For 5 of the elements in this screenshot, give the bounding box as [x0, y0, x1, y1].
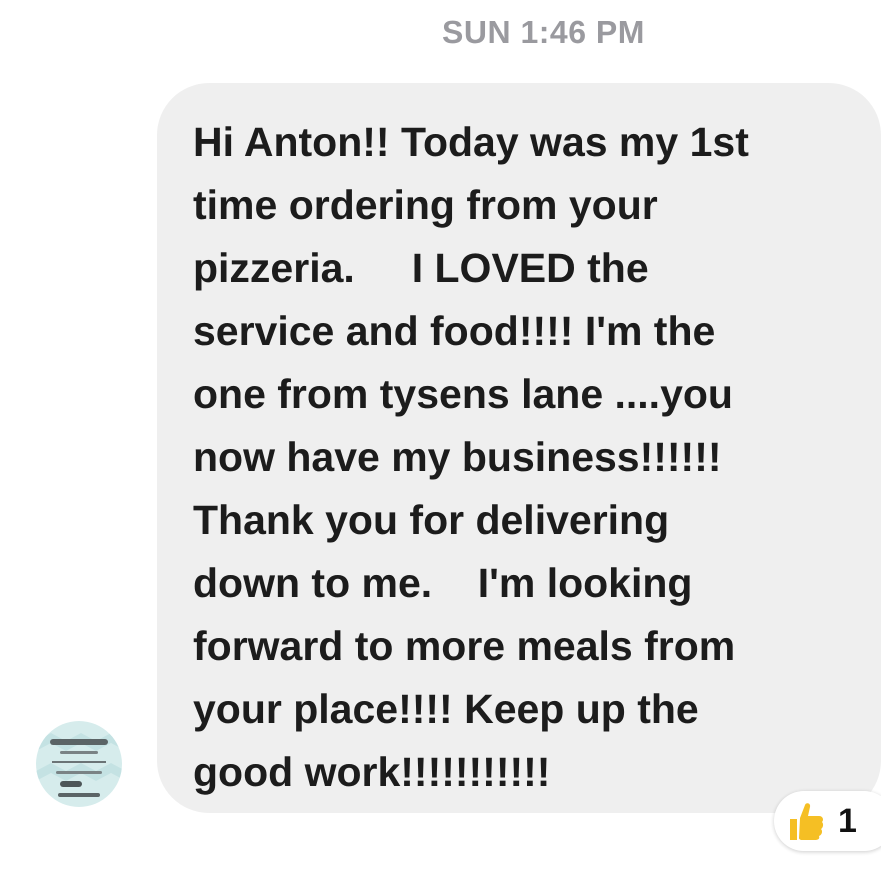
reaction-count: 1 — [838, 802, 857, 840]
message-text: Hi Anton!! Today was my 1st time ordering from your pizzeria. I LOVED the service and food!!!! I'm the one from tysens lane ....you now have my business!!!!!! Thank you for delivering down to me. I'm looking forward to more meals from your place!!!! Keep up the good work!!!!!!!!!!! — [193, 118, 750, 797]
reaction-badge[interactable]: 1 — [774, 791, 881, 851]
timestamp: SUN 1:46 PM — [442, 14, 645, 51]
thumbs-up-icon — [788, 802, 824, 840]
